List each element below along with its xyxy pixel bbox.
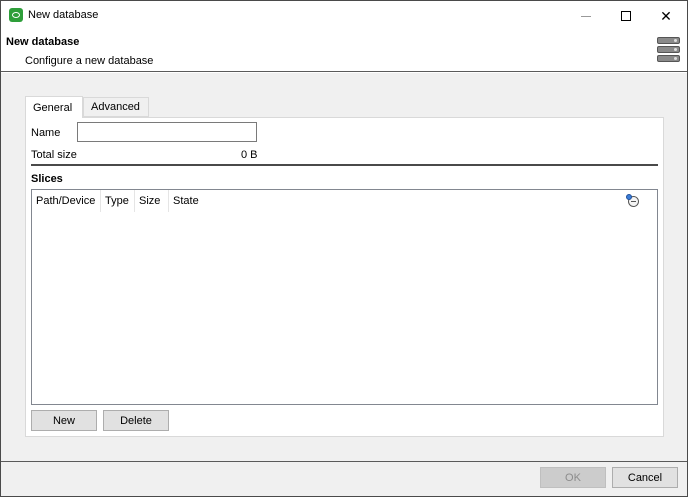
window-title: New database xyxy=(28,9,99,21)
separator xyxy=(31,164,658,166)
general-panel: Name Total size 0 B Slices Path/Device T… xyxy=(25,117,664,437)
maximize-icon xyxy=(621,11,631,21)
tab-general[interactable]: General xyxy=(25,96,83,118)
app-eye-icon xyxy=(9,8,23,22)
dialog-header: New database Configure a new database xyxy=(1,31,687,72)
new-database-dialog: New database ✕ New database Configure a … xyxy=(0,0,688,497)
dialog-footer: OK Cancel xyxy=(1,461,687,496)
total-size-value: 0 B xyxy=(241,149,258,161)
column-header-size[interactable]: Size xyxy=(135,190,169,212)
close-icon: ✕ xyxy=(660,7,672,24)
minimize-button[interactable] xyxy=(564,1,608,31)
maximize-button[interactable] xyxy=(604,1,648,31)
tab-general-label: General xyxy=(33,101,73,114)
cancel-button[interactable]: Cancel xyxy=(612,467,678,488)
minimize-icon xyxy=(581,15,591,17)
total-size-label: Total size xyxy=(31,149,77,161)
column-header-type[interactable]: Type xyxy=(101,190,135,212)
column-header-path-device[interactable]: Path/Device xyxy=(32,190,101,212)
title-bar: New database ✕ xyxy=(1,1,687,31)
column-header-state[interactable]: State xyxy=(169,190,229,212)
tab-advanced[interactable]: Advanced xyxy=(83,97,149,117)
database-icon xyxy=(657,37,680,63)
close-button[interactable]: ✕ xyxy=(644,1,688,31)
name-label: Name xyxy=(31,127,61,139)
slices-list[interactable]: Path/Device Type Size State xyxy=(31,189,658,405)
tab-advanced-label: Advanced xyxy=(91,101,140,113)
new-slice-button[interactable]: New xyxy=(31,410,97,431)
slices-label: Slices xyxy=(31,173,63,185)
header-subtitle: Configure a new database xyxy=(25,55,154,67)
add-column-icon[interactable] xyxy=(626,194,640,208)
dialog-body: General Advanced Name Total size 0 B Sli… xyxy=(1,73,687,461)
name-input[interactable] xyxy=(77,122,257,142)
delete-slice-button[interactable]: Delete xyxy=(103,410,169,431)
ok-button[interactable]: OK xyxy=(540,467,606,488)
header-title: New database xyxy=(6,36,80,48)
